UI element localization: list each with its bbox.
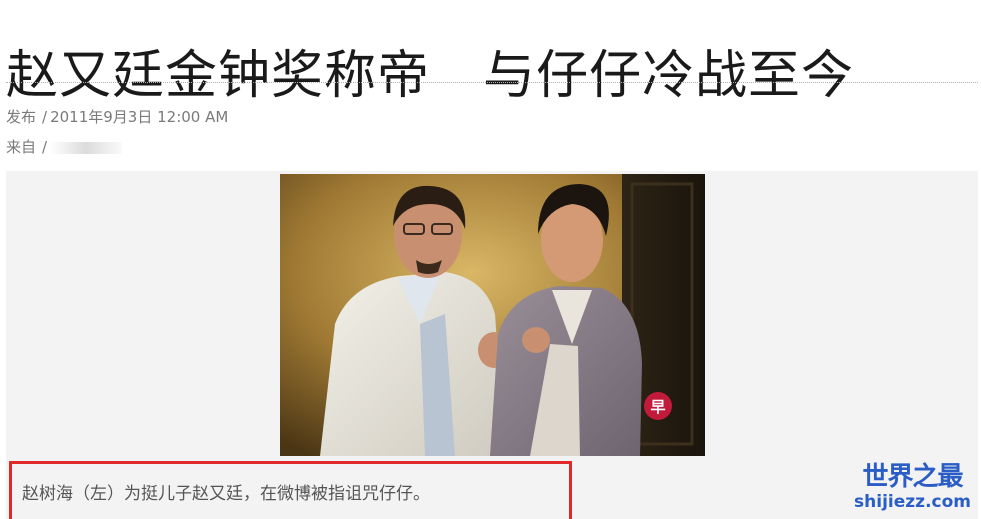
photo-badge: 早: [650, 398, 665, 416]
published-date: 2011年9月3日 12:00 AM: [50, 108, 229, 126]
separator: /: [42, 138, 48, 156]
article-photo: 早: [280, 174, 705, 456]
watermark-name: 世界之最: [862, 462, 964, 492]
source-label: 来自: [6, 138, 37, 156]
title-divider: [6, 82, 978, 83]
watermark-url: shijiezz.com: [854, 492, 971, 512]
published-label: 发布: [6, 108, 37, 126]
photo-caption: 赵树海（左）为挺儿子赵又廷，在微博被指诅咒仔仔。: [22, 484, 430, 504]
source-redacted: [50, 141, 123, 154]
publish-meta: 发布 /2011年9月3日 12:00 AM: [6, 106, 228, 127]
site-watermark: 世界之最 shijiezz.com: [854, 462, 971, 512]
article-title: 赵又廷金钟奖称帝 与仔仔冷战至今: [6, 45, 855, 106]
separator: /: [42, 108, 48, 126]
source-meta: 来自 /: [6, 136, 123, 157]
